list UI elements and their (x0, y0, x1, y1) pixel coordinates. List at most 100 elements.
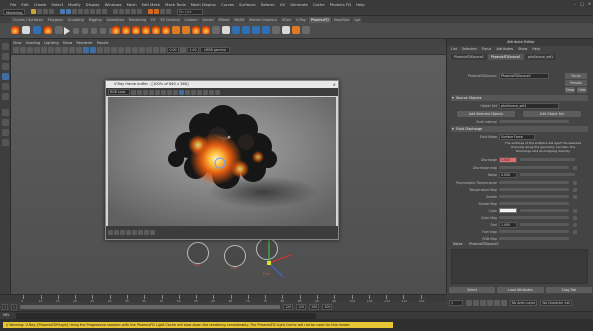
mask-deform-icon[interactable] (102, 9, 107, 14)
clear-image-icon[interactable] (143, 89, 148, 95)
pause-icon[interactable] (73, 28, 79, 34)
menu-edit[interactable]: Edit (21, 2, 28, 7)
map-button-icon[interactable] (573, 208, 577, 213)
map-button-icon[interactable] (573, 165, 577, 170)
grid-icon[interactable] (41, 47, 47, 53)
discharge-slider[interactable] (520, 158, 575, 161)
preset-burn-icon[interactable] (182, 26, 190, 34)
xray-joints-icon[interactable] (146, 47, 152, 53)
paint-select-icon[interactable] (2, 63, 9, 70)
ae-menu-help[interactable]: Help (532, 46, 540, 52)
preset-foam-icon[interactable] (272, 26, 280, 34)
range-inner-start-field[interactable]: 1 (11, 303, 18, 310)
ae-tab-active[interactable]: PhoenixFDSource1 (487, 54, 524, 60)
preset-particles-icon[interactable] (292, 26, 300, 34)
render-settings-icon[interactable] (160, 9, 165, 14)
mono-icon[interactable] (173, 89, 178, 95)
log-icon[interactable] (150, 230, 155, 235)
ae-menu-focus[interactable]: Focus (482, 46, 492, 52)
ae-menu-list[interactable]: List (451, 46, 457, 52)
color-map-slot[interactable] (499, 216, 569, 219)
snap-point-icon[interactable] (125, 9, 130, 14)
ae-menu-selected[interactable]: Selected (462, 46, 477, 52)
textured-icon[interactable] (97, 47, 103, 53)
map-button-icon[interactable] (573, 180, 577, 185)
smoke-map-slot[interactable] (499, 202, 569, 205)
field-chart-icon[interactable] (69, 47, 75, 53)
map-button-icon[interactable] (573, 222, 577, 227)
menu-windows[interactable]: Windows (105, 2, 122, 7)
menu-mesh-tools[interactable]: Mesh Tools (165, 2, 186, 7)
vp-menu-lighting[interactable]: Lighting (44, 41, 59, 45)
cache-icon[interactable] (100, 28, 106, 34)
menu-file[interactable]: File (10, 2, 16, 7)
menu-deform[interactable]: Deform (261, 2, 275, 7)
preset-flame-icon[interactable] (142, 26, 150, 34)
mask-surfaces-icon[interactable] (96, 9, 101, 14)
ae-menu-show[interactable]: Show (518, 46, 527, 52)
undo-icon[interactable] (43, 9, 48, 14)
safe-action-icon[interactable] (76, 47, 82, 53)
history-icon[interactable] (185, 89, 190, 95)
lut-icon[interactable] (120, 230, 125, 235)
render-image[interactable] (108, 97, 336, 226)
ae-menu-attributes[interactable]: Attributes (496, 46, 513, 52)
menu-mesh[interactable]: Mesh (127, 2, 137, 7)
color-correct-icon[interactable] (203, 89, 208, 95)
outliner-layout-icon[interactable] (2, 139, 9, 146)
camera-icon[interactable] (13, 47, 19, 53)
film-gate-icon[interactable] (48, 47, 54, 53)
vp-menu-renderer[interactable]: Renderer (76, 41, 92, 45)
preset-fuel-icon[interactable] (172, 26, 180, 34)
edit-object-set-button[interactable]: Edit Object Set (523, 110, 581, 117)
smoke-slider[interactable] (499, 195, 569, 198)
green-channel-icon[interactable] (155, 89, 160, 95)
gamma-field[interactable]: 1.00 (187, 47, 199, 53)
poly-temp-slot[interactable] (499, 181, 569, 184)
play-forward-icon[interactable] (487, 299, 493, 306)
load-image-icon[interactable] (137, 89, 142, 95)
camera-attr-icon[interactable] (20, 47, 26, 53)
fire-source-icon[interactable] (11, 26, 19, 34)
menu-modify[interactable]: Modify (68, 2, 81, 7)
move-tool-icon[interactable] (2, 73, 9, 80)
preset-splash-icon[interactable] (262, 26, 270, 34)
range-start-field[interactable]: 1 (2, 303, 9, 310)
load-attributes-button[interactable]: Load Attributes (497, 287, 544, 293)
lights-icon[interactable] (104, 47, 110, 53)
menu-mesh-display[interactable]: Mesh Display (191, 2, 216, 7)
statistics-icon[interactable] (144, 230, 149, 235)
fuel-field[interactable]: 1.000 (499, 221, 517, 228)
lens-effects-icon[interactable] (197, 89, 202, 95)
noise-field[interactable]: 0.000 (499, 171, 517, 178)
fuel-map-slot[interactable] (499, 230, 569, 233)
smooth-shade-icon[interactable] (90, 47, 96, 53)
vp-menu-shading[interactable]: Shading (26, 41, 41, 45)
select-tool-icon[interactable] (2, 43, 9, 50)
minimize-icon[interactable]: – (574, 1, 576, 6)
temp-map-slot[interactable] (499, 188, 569, 191)
select-object-icon[interactable] (66, 9, 71, 14)
preset-steam-icon[interactable] (222, 26, 230, 34)
wireframe-icon[interactable] (83, 47, 89, 53)
show-corrections-icon[interactable] (108, 230, 113, 235)
notes-area[interactable] (451, 249, 588, 284)
source-icon[interactable] (55, 26, 63, 34)
current-frame-field[interactable]: 1 (449, 299, 463, 306)
select-button[interactable]: Select (449, 287, 496, 293)
save-icon[interactable] (37, 9, 42, 14)
hypershade-icon[interactable] (166, 9, 171, 14)
discharge-field[interactable]: 1.000 (499, 156, 517, 163)
aa-icon[interactable] (125, 47, 131, 53)
ao-icon[interactable] (118, 47, 124, 53)
emit-mode-select[interactable]: Surface Force (499, 133, 535, 140)
ocio-icon[interactable] (126, 230, 131, 235)
anim-layer-select[interactable]: No Anim Layer (510, 299, 538, 306)
isolate-icon[interactable] (132, 47, 138, 53)
vp-menu-panels[interactable]: Panels (97, 41, 109, 45)
preset-tools-icon[interactable] (302, 26, 310, 34)
ae-tab[interactable]: PhoenixFDSource1 (451, 54, 487, 60)
shadows-icon[interactable] (111, 47, 117, 53)
fuel-slider[interactable] (520, 223, 569, 226)
maximize-icon[interactable]: □ (580, 1, 584, 6)
